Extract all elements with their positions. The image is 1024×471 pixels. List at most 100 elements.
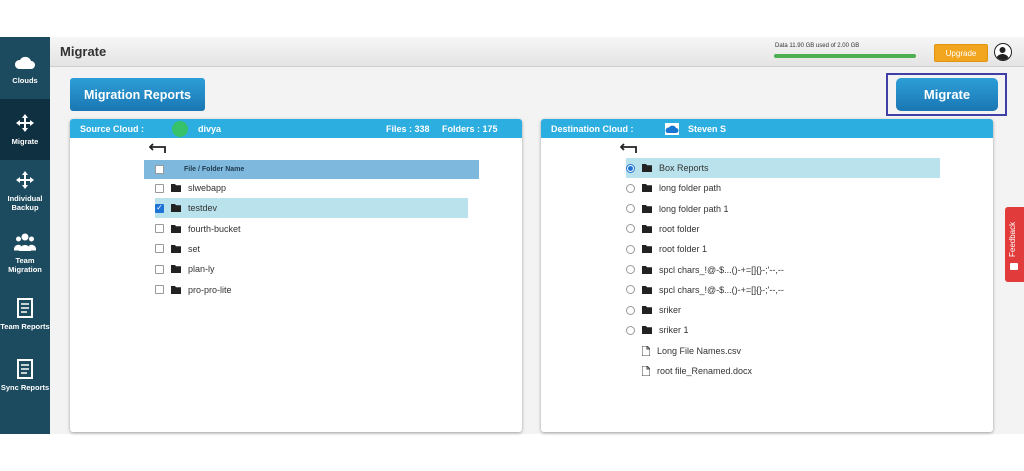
folder-icon [642,245,659,254]
migration-reports-button[interactable]: Migration Reports [70,78,205,111]
column-header-label: File / Folder Name [184,166,245,173]
folder-name: root folder [659,223,700,234]
source-files-count: Files : 338 [386,124,430,134]
sidebar-item-label: Team Migration [8,255,42,274]
source-folders-count: Folders : 175 [442,124,498,134]
folder-radio[interactable] [626,285,635,295]
folder-name: long folder path 1 [659,203,729,214]
move-arrows-icon [14,112,36,134]
report-icon [14,297,36,319]
folder-icon [171,265,188,274]
sidebar-item-label: Individual Backup [7,194,43,213]
folder-icon [642,184,659,193]
upgrade-button[interactable]: Upgrade [934,44,988,62]
select-all-checkbox[interactable] [155,165,164,174]
source-folder-row[interactable]: pro-pro-lite [155,280,468,300]
folder-icon [171,224,188,233]
feedback-tab[interactable]: Feedback [1005,207,1024,282]
folder-name: Box Reports [659,163,709,173]
source-folder-row[interactable]: set [155,239,468,259]
team-icon [14,231,36,253]
folder-name: slwebapp [188,183,227,193]
file-name: Long File Names.csv [657,345,742,356]
folder-name: root folder 1 [659,244,708,255]
folder-checkbox[interactable] [155,244,164,254]
sidebar-item-team-reports[interactable]: Team Reports [0,283,50,345]
destination-folder-row[interactable]: long folder path 1 [626,199,940,219]
destination-folder-row[interactable]: long folder path [626,178,940,198]
folder-name: spcl chars_!@-$...()-+=[]{}-;'--,-- [659,284,784,295]
user-avatar-icon[interactable] [994,43,1012,61]
source-folder-row[interactable]: plan-ly [155,259,468,279]
top-bar: Migrate Data 11.90 GB used of 2.00 GB Up… [50,37,1024,67]
destination-folder-row[interactable]: sriker 1 [626,320,940,340]
storage-usage-bar [774,54,916,58]
folder-radio[interactable] [626,305,635,315]
folder-radio[interactable] [626,204,635,214]
page-title: Migrate [60,44,107,59]
folder-radio[interactable] [626,183,635,193]
source-folder-row[interactable]: slwebapp [155,178,468,198]
folder-name: testdev [188,203,218,214]
destination-cloud-label: Destination Cloud : [551,124,634,134]
folder-icon [642,326,659,335]
destination-cloud-name: Steven S [688,124,727,134]
onedrive-cloud-icon [665,123,679,137]
storage-usage-text: Data 11.90 GB used of 2.00 GB [775,43,860,49]
folder-name: sriker 1 [659,325,689,336]
destination-file-row: root file_Renamed.docx [642,361,940,381]
folder-checkbox[interactable] [155,224,164,234]
folder-name: spcl chars_!@-$...()-+=[]{}-;'--,-- [659,264,784,275]
destination-folder-row[interactable]: spcl chars_!@-$...()-+=[]{}-;'--,-- [626,280,940,300]
destination-folder-row[interactable]: spcl chars_!@-$...()-+=[]{}-;'--,-- [626,260,940,280]
folder-radio[interactable] [626,265,635,274]
source-back-arrow-icon[interactable] [148,142,167,157]
folder-icon [642,306,659,315]
destination-folder-row[interactable]: root folder 1 [626,239,940,259]
sidebar-item-clouds[interactable]: Clouds [0,37,50,99]
source-folder-row[interactable]: fourth-bucket [155,219,468,239]
sidebar-item-individual-backup[interactable]: Individual Backup [0,160,50,222]
folder-radio[interactable] [626,224,635,234]
sidebar-item-label: Sync Reports [0,383,50,393]
destination-file-row: Long File Names.csv [642,341,940,361]
source-panel-header: Source Cloud : divya Files : 338 Folders… [70,119,522,138]
folder-icon [642,265,659,274]
sidebar-item-team-migration[interactable]: Team Migration [0,222,50,284]
destination-folder-row[interactable]: root folder [626,219,940,239]
source-column-header: File / Folder Name [144,160,479,179]
file-name: root file_Renamed.docx [657,366,753,376]
destination-folder-row[interactable]: Box Reports [626,158,940,178]
folder-checkbox[interactable] [155,264,164,274]
source-folder-row[interactable]: ✓ testdev [155,198,468,219]
source-cloud-name: divya [198,124,222,134]
sidebar-item-migrate[interactable]: Migrate [0,98,50,160]
folder-icon [642,204,659,213]
destination-back-arrow-icon[interactable] [619,142,638,157]
folder-checkbox[interactable] [155,285,164,294]
folder-icon [171,244,188,253]
folder-radio[interactable] [626,244,635,254]
migrate-button[interactable]: Migrate [896,78,998,111]
sidebar-item-sync-reports[interactable]: Sync Reports [0,345,50,407]
folder-icon [642,224,659,233]
folder-name: set [188,243,201,254]
folder-name: long folder path [659,183,722,194]
feedback-icon [1010,263,1018,270]
source-cloud-status-icon [172,121,188,139]
folder-name: sriker [659,305,681,316]
sidebar-item-label: Clouds [12,75,38,85]
folder-radio[interactable] [626,325,635,335]
folder-icon [171,285,188,294]
sidebar: Clouds Migrate Individual Backup Team Mi… [0,37,50,434]
feedback-label: Feedback [1008,221,1017,257]
folder-icon [171,204,188,213]
move-arrows-icon [14,169,36,191]
folder-checkbox[interactable]: ✓ [155,203,164,213]
folder-checkbox[interactable] [155,183,164,193]
folder-radio[interactable] [626,163,635,173]
folder-name: plan-ly [188,264,215,275]
storage-usage-fill [774,54,916,58]
sidebar-item-label: Migrate [11,137,39,147]
destination-folder-row[interactable]: sriker [626,300,940,320]
